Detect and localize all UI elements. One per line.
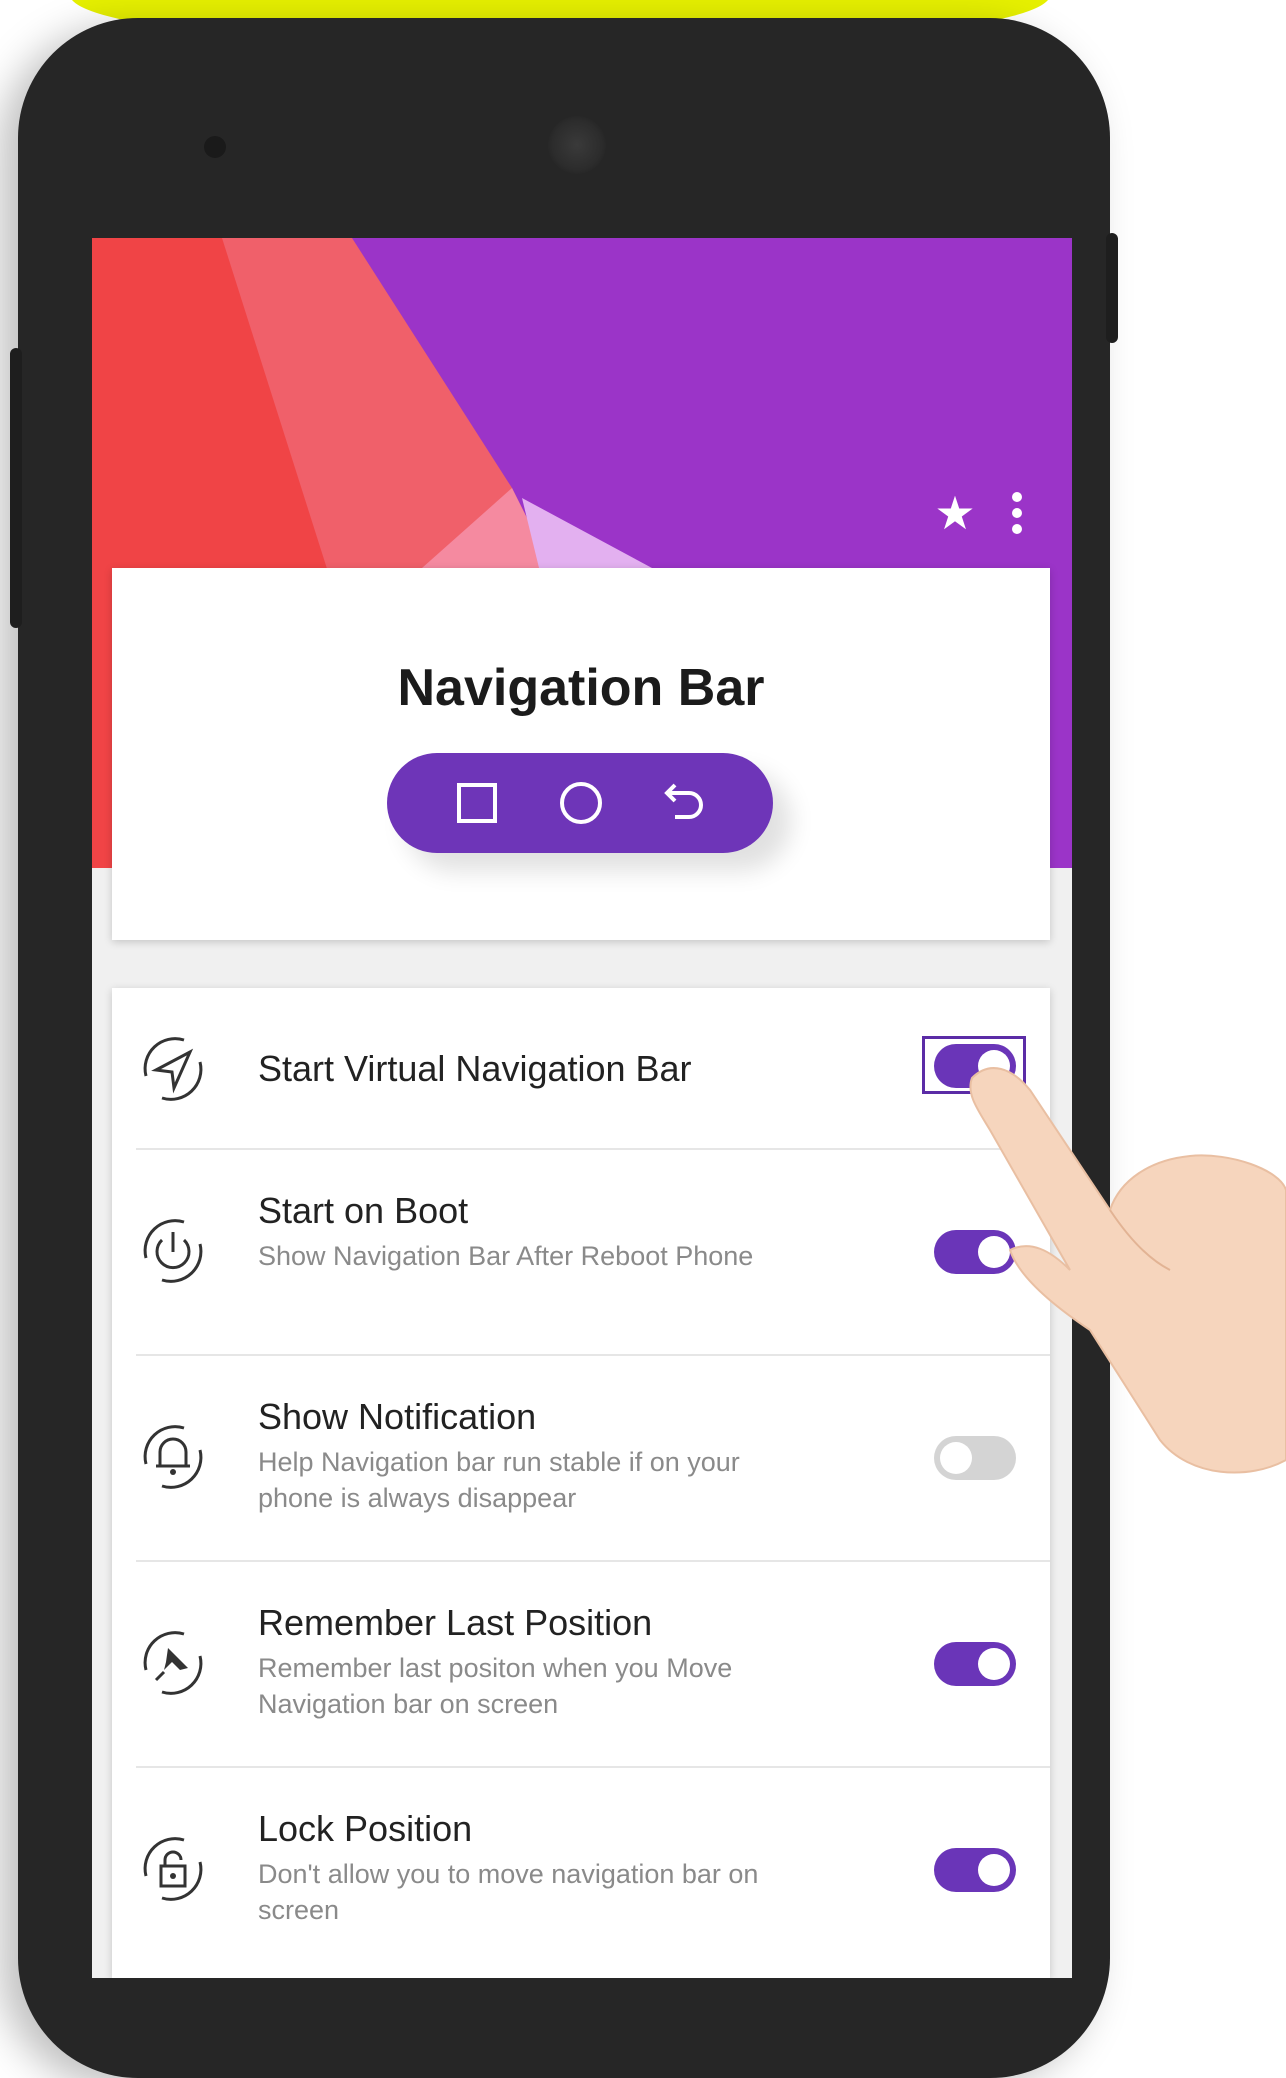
list-item[interactable]: Remember Last Position Remember last pos… [112, 1562, 1050, 1768]
setting-title: Show Notification [258, 1396, 537, 1437]
remember-last-position-toggle[interactable] [934, 1642, 1016, 1686]
page-title: Navigation Bar [397, 659, 765, 717]
home-icon[interactable] [557, 779, 605, 827]
setting-title: Start on Boot [258, 1190, 469, 1231]
title-card: Navigation Bar [112, 568, 1050, 940]
setting-description: Show Navigation Bar After Reboot Phone [258, 1241, 754, 1271]
power-icon [143, 1219, 203, 1283]
setting-description: Help Navigation bar run stable if on you… [258, 1447, 740, 1513]
setting-title: Remember Last Position [258, 1602, 653, 1643]
toggle-knob [978, 1854, 1010, 1886]
toggle-knob [978, 1648, 1010, 1680]
list-item[interactable]: Start on Boot Show Navigation Bar After … [112, 1150, 1050, 1356]
list-item[interactable]: Lock Position Don't allow you to move na… [112, 1768, 1050, 1974]
recent-apps-icon[interactable] [453, 779, 501, 827]
setting-description: Remember last positon when you Move Navi… [258, 1653, 733, 1719]
volume-button [10, 348, 22, 628]
navigation-bar-preview [387, 753, 773, 853]
setting-title: Start Virtual Navigation Bar [258, 1048, 692, 1089]
more-vert-icon[interactable] [992, 488, 1042, 538]
pin-icon [143, 1631, 203, 1695]
setting-title: Lock Position [258, 1808, 473, 1849]
list-item[interactable]: Show Notification Help Navigation bar ru… [112, 1356, 1050, 1562]
navigation-arrow-icon [143, 1037, 203, 1101]
power-button [1106, 233, 1118, 343]
lock-position-toggle[interactable] [934, 1848, 1016, 1892]
phone-screen: ★ Navigation Bar Start Virtual Navigatio… [92, 238, 1072, 1978]
phone-frame: ★ Navigation Bar Start Virtual Navigatio… [10, 18, 1118, 2078]
earpiece-speaker [548, 116, 606, 174]
list-item[interactable]: Start Virtual Navigation Bar [112, 988, 1050, 1150]
pointing-hand-illustration [969, 1067, 1286, 1474]
settings-list: Start Virtual Navigation Bar Start on Bo… [112, 988, 1050, 1978]
front-camera [204, 136, 226, 158]
back-icon[interactable] [659, 779, 707, 827]
bell-icon [143, 1425, 203, 1489]
lock-icon [143, 1837, 203, 1901]
setting-description: Don't allow you to move navigation bar o… [258, 1859, 759, 1925]
star-icon[interactable]: ★ [930, 488, 980, 538]
